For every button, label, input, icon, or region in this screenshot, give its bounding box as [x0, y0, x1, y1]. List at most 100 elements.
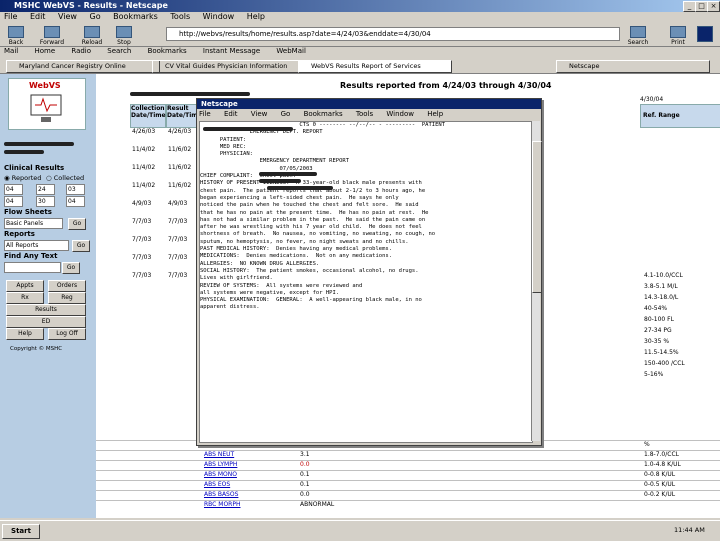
link-mail[interactable]: Mail — [4, 47, 18, 55]
logoff-button[interactable]: Log Off — [48, 328, 86, 340]
popup-scrollbar[interactable] — [531, 121, 542, 441]
find-text-label: Find Any Text — [4, 252, 58, 260]
result-column-header: Result Date/Time — [166, 104, 202, 128]
report-line: PHYSICIAN: — [200, 151, 253, 158]
table-row-divider — [96, 470, 720, 471]
result-date: 11/6/02 — [168, 146, 192, 153]
link-bookmarks[interactable]: Bookmarks — [148, 47, 187, 55]
medrec-redacted — [259, 179, 301, 183]
back-button[interactable]: Back — [2, 26, 30, 46]
popup-menu-view[interactable]: View — [251, 110, 268, 118]
report-line: has not had a similar problem in the pas… — [200, 216, 426, 223]
stop-button[interactable]: Stop — [110, 26, 138, 46]
tab-netscape[interactable]: Netscape — [556, 60, 710, 73]
popup-menu-tools[interactable]: Tools — [356, 110, 373, 118]
lab-test-link[interactable]: ABS MONO — [204, 471, 237, 478]
lab-value: 0.1 — [300, 471, 310, 478]
lab-test-link[interactable]: RBC MORPH — [204, 501, 240, 508]
from-month-select[interactable]: 04 — [4, 184, 23, 195]
menu-file[interactable]: File — [4, 12, 17, 21]
forward-button[interactable]: Forward — [38, 26, 66, 46]
results-button[interactable]: Results — [6, 304, 86, 316]
report-text-body[interactable]: CTS 0 -------- --/--/-- - --------- PATI… — [199, 121, 533, 443]
patient-banner-redacted — [130, 92, 250, 96]
link-webmail[interactable]: WebMail — [276, 47, 305, 55]
menu-view[interactable]: View — [58, 12, 77, 21]
orders-button[interactable]: Orders — [48, 280, 86, 292]
reference-range: 27-34 PG — [644, 327, 672, 334]
flow-go-button[interactable]: Go — [68, 218, 86, 230]
report-line: MED REC: — [200, 143, 247, 150]
link-home[interactable]: Home — [34, 47, 55, 55]
report-date: 4/30/04 — [640, 96, 664, 103]
link-instant-message[interactable]: Instant Message — [203, 47, 260, 55]
report-line: apparent distress. — [200, 304, 260, 311]
to-year-select[interactable]: 04 — [66, 196, 85, 207]
collection-date: 7/7/03 — [132, 218, 152, 225]
reports-select[interactable]: All Reports — [4, 240, 69, 251]
netscape-n-icon — [697, 26, 713, 42]
patient-id-redacted — [4, 150, 44, 154]
popup-menu-go[interactable]: Go — [281, 110, 291, 118]
popup-menu-help[interactable]: Help — [427, 110, 443, 118]
lab-test-link[interactable]: ABS NEUT — [204, 451, 234, 458]
collected-radio[interactable]: ○ Collected — [46, 174, 84, 182]
find-go-button[interactable]: Go — [62, 262, 80, 274]
menu-window[interactable]: Window — [203, 12, 235, 21]
reg-button[interactable]: Reg — [48, 292, 86, 304]
window-titlebar: MSHC WebVS - Results - Netscape _ □ × — [0, 0, 720, 12]
print-button[interactable]: Print — [664, 26, 692, 46]
popup-title: Netscape — [201, 100, 238, 108]
menu-edit[interactable]: Edit — [30, 12, 46, 21]
tab-physician-info[interactable]: CV Vital Guides Physician Information — [152, 60, 306, 73]
result-date: 7/7/03 — [168, 236, 188, 243]
popup-titlebar: Netscape — [197, 99, 541, 109]
reference-range: 11.5-14.5% — [644, 349, 679, 356]
menu-tools[interactable]: Tools — [170, 12, 190, 21]
window-title: MSHC WebVS - Results - Netscape — [14, 1, 168, 10]
lab-test-link[interactable]: ABS BASOS — [204, 491, 238, 498]
lab-value: 0.0 — [300, 461, 310, 468]
from-year-select[interactable]: 03 — [66, 184, 85, 195]
table-row-divider — [96, 490, 720, 491]
reports-go-button[interactable]: Go — [72, 240, 90, 252]
popup-menu-window[interactable]: Window — [386, 110, 414, 118]
popup-menu-file[interactable]: File — [199, 110, 211, 118]
physician-redacted — [267, 186, 333, 190]
link-radio[interactable]: Radio — [71, 47, 91, 55]
flow-sheet-select[interactable]: Basic Panels — [4, 218, 63, 229]
search-button[interactable]: Search — [618, 26, 658, 46]
popup-scroll-thumb[interactable] — [532, 141, 542, 293]
refrange-column-header: Ref. Range — [640, 104, 720, 128]
rx-button[interactable]: Rx — [6, 292, 44, 304]
menu-help[interactable]: Help — [247, 12, 265, 21]
start-button[interactable]: Start — [2, 524, 40, 539]
help-button[interactable]: Help — [6, 328, 44, 340]
find-text-input[interactable] — [4, 262, 61, 273]
reported-radio[interactable]: ◉ Reported — [4, 174, 41, 182]
app-name: WebVS — [29, 81, 61, 90]
ed-button[interactable]: ED — [6, 316, 86, 328]
report-line: CHIEF COMPLAINT: Chest pain. — [200, 173, 297, 180]
popup-menu-edit[interactable]: Edit — [224, 110, 238, 118]
menu-go[interactable]: Go — [90, 12, 101, 21]
to-month-select[interactable]: 04 — [4, 196, 23, 207]
reload-button[interactable]: Reload — [78, 26, 106, 46]
to-day-select[interactable]: 30 — [36, 196, 55, 207]
from-day-select[interactable]: 24 — [36, 184, 55, 195]
link-search[interactable]: Search — [107, 47, 131, 55]
collection-date: 11/4/02 — [132, 146, 156, 153]
tab-webvs-results[interactable]: WebVS Results Report of Services — [298, 60, 452, 73]
close-button[interactable]: × — [707, 1, 720, 12]
reference-range: 14.3-18.0/L — [644, 294, 679, 301]
lab-test-link[interactable]: ABS LYMPH — [204, 461, 237, 468]
report-line: REVIEW OF SYSTEMS: All systems were revi… — [200, 282, 363, 289]
popup-menu-bookmarks[interactable]: Bookmarks — [304, 110, 343, 118]
menu-bookmarks[interactable]: Bookmarks — [113, 12, 158, 21]
url-field[interactable]: http://webvs/results/home/results.asp?da… — [166, 27, 620, 41]
forward-icon — [44, 26, 60, 38]
lab-value: 0.1 — [300, 481, 310, 488]
tab-cancer-registry[interactable]: Maryland Cancer Registry Online — [6, 60, 160, 73]
appts-button[interactable]: Appts — [6, 280, 44, 292]
lab-test-link[interactable]: ABS EOS — [204, 481, 230, 488]
